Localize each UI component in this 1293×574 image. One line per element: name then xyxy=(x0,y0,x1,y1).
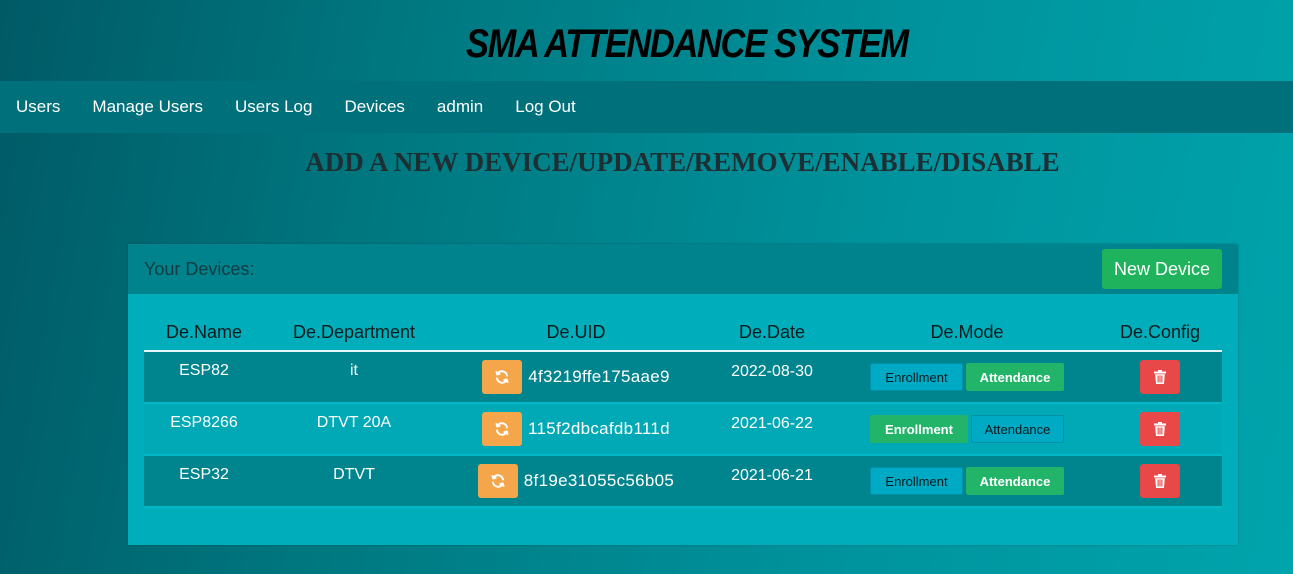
device-mode-cell: Enrollment Attendance xyxy=(836,403,1098,456)
device-uid: 4f3219ffe175aae9 xyxy=(528,367,670,386)
mode-enrollment-button[interactable]: Enrollment xyxy=(870,415,968,443)
refresh-uid-button[interactable] xyxy=(482,412,523,446)
refresh-icon xyxy=(495,422,509,436)
device-mode-cell: Enrollment Attendance xyxy=(836,351,1098,404)
device-date: 2021-06-21 xyxy=(708,455,836,508)
table-header-row: De.Name De.Department De.UID De.Date De.… xyxy=(144,314,1222,352)
device-department: DTVT xyxy=(264,455,444,508)
nav-link-admin[interactable]: admin xyxy=(437,97,483,117)
nav-link-users-log[interactable]: Users Log xyxy=(235,97,312,117)
device-name: ESP8266 xyxy=(144,403,264,456)
navbar: Users Manage Users Users Log Devices adm… xyxy=(0,81,1293,133)
device-name: ESP82 xyxy=(144,351,264,404)
refresh-icon xyxy=(491,474,505,488)
nav-link-log-out[interactable]: Log Out xyxy=(515,97,576,117)
device-uid-cell: 8f19e31055c56b05 xyxy=(444,455,708,508)
column-header-name: De.Name xyxy=(144,314,264,352)
table-row: ESP8266 DTVT 20A 115f2dbcafdb111d 2021-0… xyxy=(144,403,1222,456)
device-uid: 8f19e31055c56b05 xyxy=(523,471,675,490)
device-mode-cell: Enrollment Attendance xyxy=(836,455,1098,508)
panel-title: Your Devices: xyxy=(144,258,255,279)
trash-icon xyxy=(1154,422,1166,436)
table-row: ESP82 it 4f3219ffe175aae9 2022-08-30 Enr… xyxy=(144,351,1222,404)
mode-enrollment-button[interactable]: Enrollment xyxy=(870,467,963,495)
device-date: 2021-06-22 xyxy=(708,403,836,456)
trash-icon xyxy=(1154,370,1166,384)
new-device-button[interactable]: New Device xyxy=(1102,249,1222,289)
nav-link-devices[interactable]: Devices xyxy=(344,97,404,117)
site-header: SMA ATTENDANCE SYSTEM xyxy=(0,0,1293,81)
delete-device-button[interactable] xyxy=(1140,412,1180,446)
device-config-cell xyxy=(1098,403,1222,456)
device-department: it xyxy=(264,351,444,404)
device-uid-cell: 4f3219ffe175aae9 xyxy=(444,351,708,404)
device-date: 2022-08-30 xyxy=(708,351,836,404)
device-department: DTVT 20A xyxy=(264,403,444,456)
device-uid-cell: 115f2dbcafdb111d xyxy=(444,403,708,456)
device-name: ESP32 xyxy=(144,455,264,508)
nav-link-users[interactable]: Users xyxy=(16,97,60,117)
column-header-mode: De.Mode xyxy=(836,314,1098,352)
device-config-cell xyxy=(1098,351,1222,404)
column-header-config: De.Config xyxy=(1098,314,1222,352)
panel-header: Your Devices: New Device xyxy=(128,244,1238,294)
refresh-uid-button[interactable] xyxy=(482,360,523,394)
column-header-uid: De.UID xyxy=(444,314,708,352)
mode-attendance-button[interactable]: Attendance xyxy=(966,363,1064,391)
refresh-uid-button[interactable] xyxy=(477,464,518,498)
device-uid: 115f2dbcafdb111d xyxy=(528,419,670,438)
refresh-icon xyxy=(495,370,509,384)
nav-link-manage-users[interactable]: Manage Users xyxy=(92,97,203,117)
delete-device-button[interactable] xyxy=(1140,464,1180,498)
device-config-cell xyxy=(1098,455,1222,508)
table-row: ESP32 DTVT 8f19e31055c56b05 2021-06-21 E… xyxy=(144,455,1222,508)
mode-attendance-button[interactable]: Attendance xyxy=(971,415,1064,443)
devices-panel: Your Devices: New Device De.Name De.Depa… xyxy=(128,244,1238,545)
column-header-date: De.Date xyxy=(708,314,836,352)
delete-device-button[interactable] xyxy=(1140,360,1180,394)
column-header-department: De.Department xyxy=(264,314,444,352)
mode-attendance-button[interactable]: Attendance xyxy=(966,467,1064,495)
site-title: SMA ATTENDANCE SYSTEM xyxy=(465,22,909,66)
page-heading: ADD A NEW DEVICE/UPDATE/REMOVE/ENABLE/DI… xyxy=(305,147,1060,177)
devices-table: De.Name De.Department De.UID De.Date De.… xyxy=(144,314,1222,508)
trash-icon xyxy=(1154,474,1166,488)
mode-enrollment-button[interactable]: Enrollment xyxy=(870,363,963,391)
